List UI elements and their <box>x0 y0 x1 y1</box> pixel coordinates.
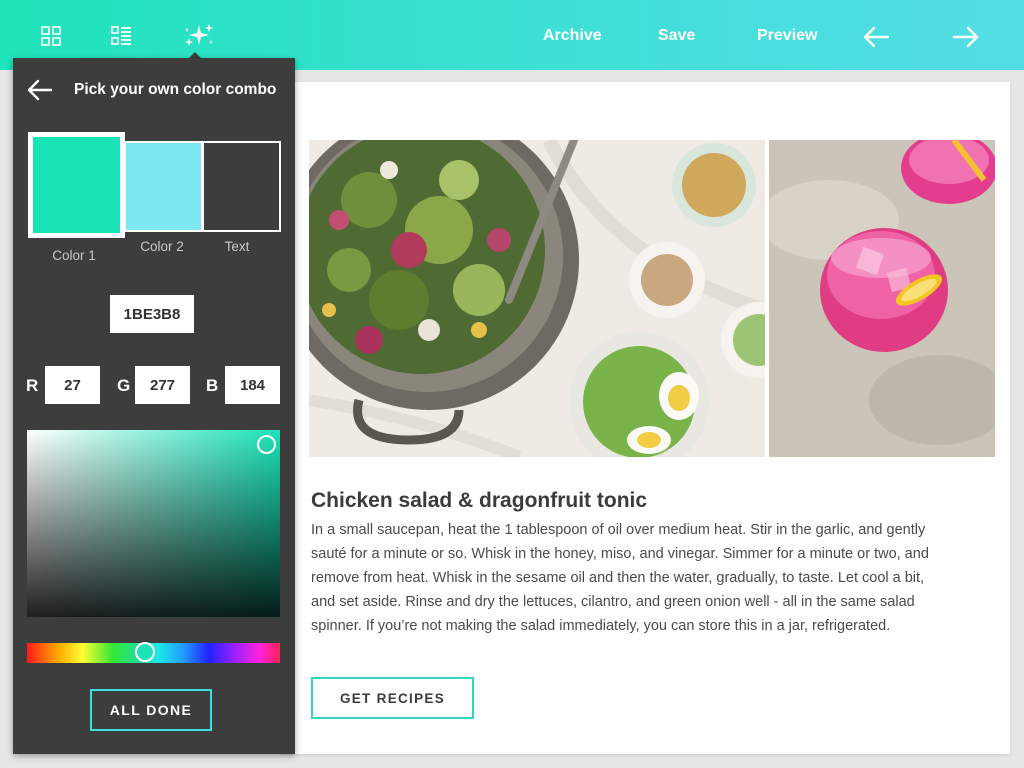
get-recipes-button[interactable]: GET RECIPES <box>311 677 474 719</box>
archive-link[interactable]: Archive <box>543 26 602 46</box>
save-link[interactable]: Save <box>658 26 695 46</box>
green-input[interactable]: 277 <box>135 366 190 404</box>
swatch-label-color-2: Color 2 <box>140 239 184 254</box>
color-picker-panel: Pick your own color combo Color 1 Color … <box>13 58 295 754</box>
red-input[interactable]: 27 <box>45 366 100 404</box>
grid-icon[interactable] <box>39 24 63 48</box>
list-icon[interactable] <box>109 24 133 48</box>
panel-title: Pick your own color combo <box>74 81 277 98</box>
salad-photo <box>309 140 765 457</box>
saturation-brightness-picker[interactable] <box>27 430 280 617</box>
back-arrow-icon[interactable] <box>26 78 54 102</box>
recipe-description: In a small saucepan, heat the 1 tablespo… <box>311 522 929 634</box>
swatch-label-text: Text <box>224 239 250 254</box>
hue-slider-handle[interactable] <box>135 642 155 662</box>
hex-input[interactable]: 1BE3B8 <box>110 295 194 333</box>
recipe-title: Chicken salad & dragonfruit tonic <box>311 489 648 512</box>
all-done-button[interactable]: ALL DONE <box>90 689 212 731</box>
sv-picker-handle[interactable] <box>257 435 276 454</box>
preview-link[interactable]: Preview <box>757 26 817 46</box>
swatch-color-2[interactable] <box>124 141 203 232</box>
swatch-text[interactable] <box>202 141 281 232</box>
recipe-card: Chicken salad & dragonfruit tonic In a s… <box>280 82 1010 754</box>
green-label: G <box>117 376 131 395</box>
blue-input[interactable]: 184 <box>225 366 280 404</box>
sparkle-icon[interactable] <box>183 22 215 50</box>
arrow-right-icon[interactable] <box>951 22 981 52</box>
drink-photo <box>769 140 995 457</box>
blue-label: B <box>206 376 219 395</box>
hue-slider[interactable] <box>27 642 280 663</box>
red-label: R <box>26 376 39 395</box>
swatch-label-color-1: Color 1 <box>52 248 96 263</box>
arrow-left-icon[interactable] <box>861 22 891 52</box>
swatch-color-1[interactable] <box>28 132 125 238</box>
